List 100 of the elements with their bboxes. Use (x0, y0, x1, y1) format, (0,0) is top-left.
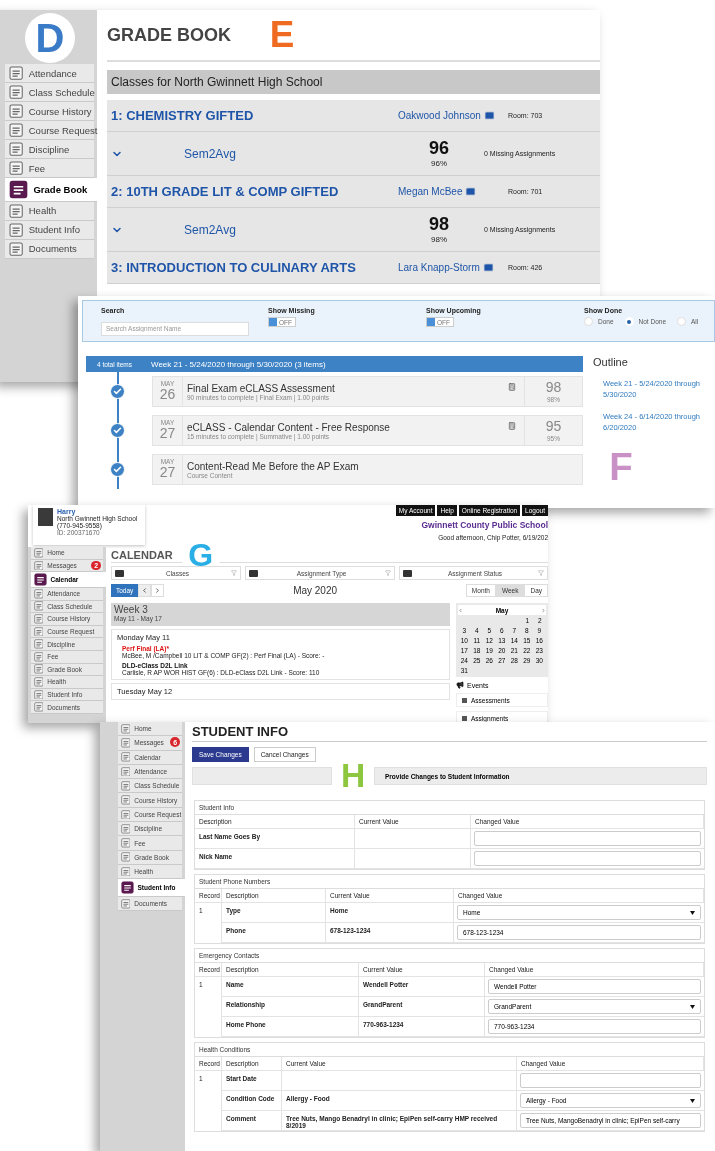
tile-icon (33, 677, 44, 687)
assignment-title: eCLASS - Calendar Content - Free Response (187, 421, 391, 433)
tile-icon (120, 866, 131, 877)
megaphone-icon (456, 681, 464, 689)
page-title: STUDENT INFO (192, 724, 707, 742)
tile-icon (33, 588, 44, 599)
filter-icon (385, 570, 391, 576)
district-name: Gwinnett County Public School (421, 520, 548, 530)
photo-placeholder (38, 508, 53, 526)
teacher-link[interactable]: Lara Knapp-Storm (398, 262, 508, 273)
radio-button[interactable] (677, 317, 686, 326)
grade-score: 98 (429, 215, 449, 235)
tile-icon (120, 752, 131, 763)
tile-icon (8, 65, 24, 81)
tile-icon (120, 780, 131, 791)
filter-icon (538, 570, 544, 576)
week-title: Week 3 (114, 604, 149, 615)
class-title: 1: CHEMISTRY GIFTED (111, 108, 255, 123)
sidebar-item[interactable]: Attendance (5, 64, 94, 83)
next-button[interactable] (151, 583, 165, 597)
tile-icon (8, 222, 24, 237)
tile-icon (120, 766, 131, 777)
tile-icon (120, 795, 131, 805)
caret-icon (690, 910, 695, 915)
tile-icon (33, 601, 44, 612)
input-field[interactable] (474, 851, 701, 866)
chevron-left-icon (141, 586, 149, 594)
book-icon (403, 569, 412, 577)
input-field[interactable] (520, 1073, 701, 1088)
checkbox[interactable] (462, 697, 467, 703)
tile-icon (8, 122, 24, 138)
page-title: GRADE BOOK (107, 24, 231, 46)
radio-button[interactable] (584, 317, 593, 326)
grade-percent: 98% (431, 234, 447, 244)
teacher-link[interactable]: Oakwood Johnson (398, 110, 508, 121)
tile-icon (120, 809, 131, 820)
tile-icon (8, 203, 24, 218)
previous-button[interactable] (138, 583, 152, 597)
date-day: 27 (159, 426, 176, 442)
sidebar-item[interactable]: Course History (5, 102, 94, 121)
class-title: 2: 10TH GRADE LIT & COMP GIFTED (111, 184, 340, 199)
chevron-right-icon[interactable] (541, 607, 546, 613)
tile-icon (120, 898, 131, 909)
tile-icon (8, 160, 24, 176)
section-bar: Classes for North Gwinnett High School (107, 70, 600, 94)
date-day: 26 (159, 387, 176, 403)
sidebar-item[interactable]: Discipline (5, 140, 94, 159)
tile-icon (33, 689, 44, 700)
tile-icon (8, 241, 24, 256)
chevron-right-icon (154, 586, 162, 594)
assignment-score: 98 (545, 380, 562, 396)
filter-icon (231, 570, 237, 576)
tile-icon (33, 639, 44, 649)
sidebar-item[interactable]: Class Schedule (5, 83, 94, 102)
tile-icon (33, 547, 44, 558)
page-title: CALENDAR (111, 548, 173, 561)
tile-icon (33, 573, 47, 587)
assignment-title: Final Exam eCLASS Assessment (187, 382, 336, 394)
input-field[interactable] (474, 831, 701, 846)
assignment-title: Content-Read Me Before the AP Exam (187, 460, 360, 472)
tile-icon (33, 626, 44, 637)
tile-icon (120, 723, 131, 734)
tile-icon (8, 141, 24, 157)
calculator-icon (508, 422, 516, 430)
sidebar-item[interactable]: Grade Book (5, 178, 97, 202)
sidebar-item[interactable]: Fee (5, 159, 94, 178)
tile-icon (8, 103, 24, 119)
tile-icon (120, 852, 131, 863)
grade-score: 96 (429, 139, 449, 159)
mail-icon (465, 186, 477, 197)
month-title: May 2020 (293, 584, 338, 596)
class-title: 3: INTRODUCTION TO CULINARY ARTS (111, 260, 357, 275)
term-link[interactable]: Sem2Avg (184, 146, 394, 161)
tile-icon (33, 651, 44, 662)
tile-icon (33, 560, 44, 571)
tile-icon (33, 702, 44, 712)
tile-icon (33, 614, 44, 624)
week-bar: Week 21 - 5/24/2020 through 5/30/2020 (3 items) (143, 356, 583, 372)
assignment-score: 95 (545, 419, 562, 435)
grade-percent: 96% (431, 158, 447, 168)
tile-icon (120, 738, 131, 748)
caret-icon (690, 1004, 695, 1009)
checkbox[interactable] (462, 715, 467, 721)
tile-icon (120, 823, 131, 834)
term-link[interactable]: Sem2Avg (184, 222, 394, 237)
outline-title: Outline (593, 356, 629, 368)
section-letter: D (25, 13, 75, 63)
date-day: 27 (159, 465, 176, 481)
tile-icon (8, 84, 24, 100)
mail-icon (482, 262, 494, 273)
book-icon (115, 569, 124, 577)
mail-icon (483, 110, 495, 121)
tile-icon (120, 838, 131, 848)
caret-icon (690, 1098, 695, 1103)
chevron-left-icon[interactable] (458, 607, 463, 613)
tile-icon (120, 881, 134, 895)
tile-icon (8, 179, 28, 199)
book-icon (249, 569, 258, 577)
teacher-link[interactable]: Megan McBee (398, 186, 508, 197)
section-letter: F (608, 443, 634, 490)
